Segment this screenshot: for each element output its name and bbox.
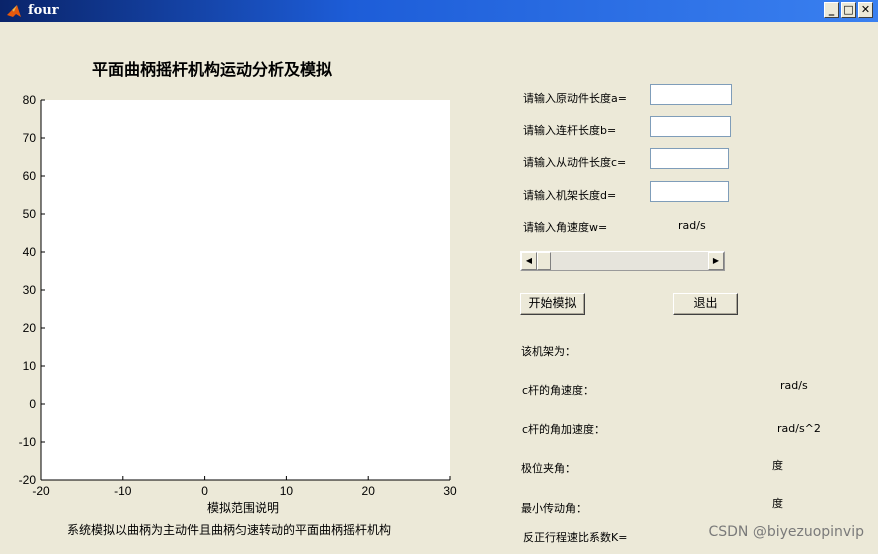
caption-text: 系统模拟以曲柄为主动件且曲柄匀速转动的平面曲柄摇杆机构	[67, 523, 392, 537]
label-length-c: 请输入从动件长度c=	[523, 156, 627, 169]
input-length-a[interactable]	[650, 84, 732, 105]
label-angular-velocity: 请输入角速度w=	[523, 221, 608, 234]
y-tick-label: 80	[23, 93, 37, 107]
input-length-d[interactable]	[650, 181, 729, 202]
x-axis-label: 模拟范围说明	[207, 501, 280, 515]
y-tick-label: -20	[19, 473, 37, 487]
label-length-a: 请输入原动件长度a=	[523, 92, 627, 105]
min-transmission-angle-unit: 度	[772, 497, 783, 510]
c-angular-acceleration-unit: rad/s^2	[777, 422, 821, 435]
y-tick-label: -10	[19, 435, 37, 449]
y-tick-label: 0	[29, 397, 36, 411]
label-speed-ratio-k: 反正行程速比系数K=	[523, 531, 628, 544]
y-tick-label: 60	[23, 169, 37, 183]
input-length-c[interactable]	[650, 148, 729, 169]
y-tick-label: 20	[23, 321, 37, 335]
input-length-b[interactable]	[650, 116, 731, 137]
start-simulation-button[interactable]: 开始模拟	[520, 293, 585, 315]
x-tick-label: 0	[201, 484, 208, 498]
label-limit-angle: 极位夹角：	[521, 462, 576, 475]
angular-velocity-slider[interactable]: ◀ ▶	[520, 251, 725, 271]
label-c-angular-acceleration: c杆的角加速度：	[522, 423, 606, 436]
slider-thumb[interactable]	[537, 252, 551, 270]
x-tick-label: 10	[280, 484, 294, 498]
slider-right-arrow-icon[interactable]: ▶	[708, 252, 724, 270]
axes-background	[41, 100, 450, 480]
plot-axes: -20 -10 0 10 20 30 -20-1001020304050607080	[19, 93, 457, 498]
y-tick-label: 30	[23, 283, 37, 297]
x-tick-label: -10	[114, 484, 132, 498]
y-tick-label: 50	[23, 207, 37, 221]
x-tick-label: 20	[362, 484, 376, 498]
y-tick-label: 40	[23, 245, 37, 259]
y-tick-label: 10	[23, 359, 37, 373]
label-frame-type: 该机架为：	[521, 345, 576, 358]
slider-left-arrow-icon[interactable]: ◀	[521, 252, 537, 270]
exit-button[interactable]: 退出	[673, 293, 738, 315]
label-length-d: 请输入机架长度d=	[523, 189, 617, 202]
label-length-b: 请输入连杆长度b=	[523, 124, 617, 137]
y-tick-label: 70	[23, 131, 37, 145]
x-tick-label: 30	[443, 484, 457, 498]
watermark: CSDN @biyezuopinvip	[708, 524, 864, 540]
label-c-angular-velocity: c杆的角速度：	[522, 384, 595, 397]
limit-angle-unit: 度	[772, 459, 783, 472]
label-min-transmission-angle: 最小传动角：	[521, 502, 587, 515]
c-angular-velocity-unit: rad/s	[780, 379, 808, 392]
angular-velocity-unit: rad/s	[678, 219, 706, 232]
